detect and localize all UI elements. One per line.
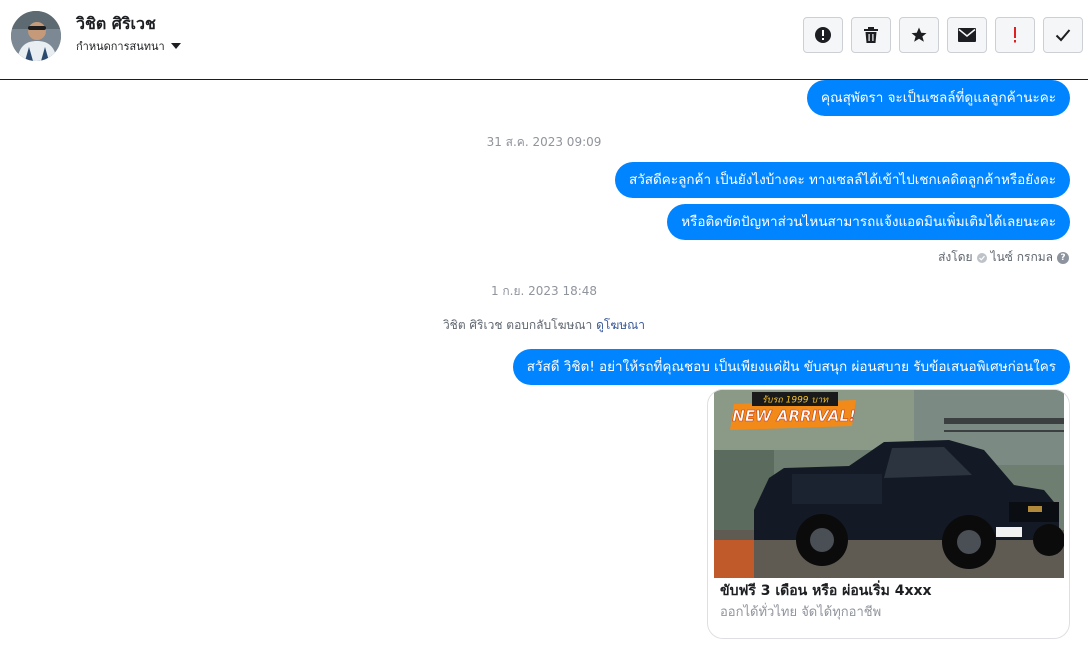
avatar-person-icon xyxy=(11,11,61,61)
help-icon[interactable]: ? xyxy=(1057,251,1069,264)
message-bubble[interactable]: สวัสดีคะลูกค้า เป็นยังไงบ้างคะ ทางเซลล์ไ… xyxy=(614,162,1070,198)
ad-message-bubble[interactable]: สวัสดี วิชิต! อย่าให้รถที่คุณชอบ เป็นเพี… xyxy=(512,349,1070,385)
ad-image[interactable]: รับรถ 1999 บาท NEW ARRIVAL! xyxy=(714,390,1064,578)
sent-by-name: ไนซ์ กรกมล xyxy=(990,250,1053,264)
follow-up-button[interactable] xyxy=(995,17,1035,53)
trash-icon xyxy=(864,27,878,43)
alert-circle-icon xyxy=(815,27,831,43)
ad-banner-price: รับรถ 1999 บาท xyxy=(762,395,829,406)
timestamp: 1 ก.ย. 2023 18:48 xyxy=(490,284,598,298)
view-ad-link[interactable]: ดูโฆษณา xyxy=(596,318,645,332)
schedule-dropdown[interactable]: กำหนดการสนทนา xyxy=(76,37,181,55)
ad-banner-title: NEW ARRIVAL! xyxy=(732,407,855,425)
ad-reply-text: วิชิต ศิริเวช ตอบกลับโฆษณา xyxy=(442,318,593,332)
exclamation-icon xyxy=(1014,27,1016,43)
star-icon xyxy=(911,27,927,42)
sent-by-label: ส่งโดย xyxy=(938,250,973,264)
caret-down-icon xyxy=(170,43,181,49)
ad-card-title[interactable]: ขับฟรี 3 เดือน หรือ ผ่อนเริ่ม 4xxx xyxy=(720,580,932,602)
avatar[interactable] xyxy=(11,11,61,61)
thread-header: วิชิต ศิริเวช กำหนดการสนทนา xyxy=(0,0,1088,80)
checkmark-icon xyxy=(1055,29,1071,42)
schedule-label: กำหนดการสนทนา xyxy=(76,40,165,53)
contact-name[interactable]: วิชิต ศิริเวช xyxy=(76,12,156,37)
envelope-icon xyxy=(958,28,976,42)
report-spam-button[interactable] xyxy=(803,17,843,53)
conversation-pane[interactable]: คุณสุพัตรา จะเป็นเซลล์ที่ดูแลลูกค้านะคะ … xyxy=(0,80,1088,651)
message-bubble[interactable]: คุณสุพัตรา จะเป็นเซลล์ที่ดูแลลูกค้านะคะ xyxy=(807,80,1070,116)
mark-done-button[interactable] xyxy=(1043,17,1083,53)
delete-button[interactable] xyxy=(851,17,891,53)
ad-card[interactable]: รับรถ 1999 บาท NEW ARRIVAL! ขับฟรี 3 เดื… xyxy=(707,389,1070,639)
thread-toolbar xyxy=(803,17,1083,53)
check-circle-icon xyxy=(976,252,987,263)
mark-unread-button[interactable] xyxy=(947,17,987,53)
message-bubble[interactable]: หรือติดขัดปัญหาส่วนไหนสามารถแจ้งแอดมินเพ… xyxy=(667,204,1070,240)
ad-reply-note: วิชิต ศิริเวช ตอบกลับโฆษณา ดูโฆษณา xyxy=(0,316,1088,335)
sent-by-line: ส่งโดย ไนซ์ กรกมล ? xyxy=(938,248,1069,267)
timestamp: 31 ส.ค. 2023 09:09 xyxy=(486,135,602,149)
ad-card-subtitle: ออกได้ทั่วไทย จัดได้ทุกอาชีพ xyxy=(720,605,882,620)
star-button[interactable] xyxy=(899,17,939,53)
